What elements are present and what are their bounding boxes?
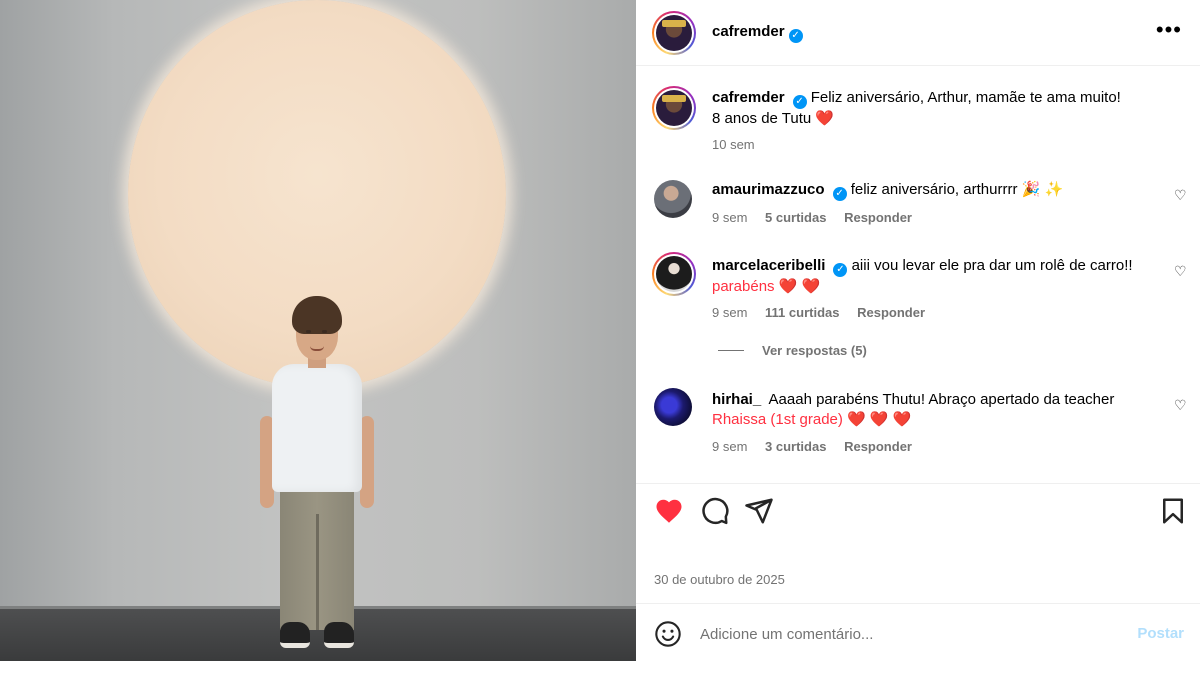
post-comment-button[interactable]: Postar	[1137, 625, 1184, 642]
heart-emoji: ❤️	[815, 110, 835, 127]
comment-input[interactable]	[700, 620, 1120, 648]
caption-text-line2: 8 anos de Tutu	[712, 110, 812, 127]
post-photo[interactable]	[0, 0, 636, 661]
emoji-icon[interactable]	[654, 620, 682, 648]
comment-time: 9 sem	[712, 305, 748, 320]
reply-button[interactable]: Responder	[844, 210, 912, 225]
comment-time: 9 sem	[712, 439, 748, 454]
post-date: 30 de outubro de 2025	[654, 572, 785, 587]
comment-username[interactable]: hirhai_	[712, 391, 761, 408]
comment-like-icon[interactable]: ♡	[1174, 264, 1188, 278]
comment-likes[interactable]: 3 curtidas	[765, 439, 826, 454]
comment-like-icon[interactable]: ♡	[1174, 188, 1188, 202]
commenter-avatar[interactable]	[654, 388, 692, 426]
comment-text: Aaaah parabéns Thutu! Abraço apertado da…	[768, 391, 1115, 408]
caption-avatar[interactable]	[652, 86, 696, 130]
verified-icon: ✓	[788, 29, 803, 43]
comment-meta: 9 sem 3 curtidas Responder	[712, 439, 926, 454]
verified-icon: ✓	[832, 187, 847, 201]
view-replies-button[interactable]: Ver respostas (5)	[718, 343, 867, 358]
commenter-avatar[interactable]	[652, 252, 696, 296]
post-header: cafremder ✓ •••	[636, 0, 1200, 66]
verified-icon: ✓	[792, 95, 807, 109]
commenter-avatar[interactable]	[654, 180, 692, 218]
caption-username[interactable]: cafremder	[712, 89, 785, 106]
comment-like-icon[interactable]: ♡	[1174, 398, 1188, 412]
action-bar	[636, 496, 1200, 530]
reply-button[interactable]: Responder	[857, 305, 925, 320]
comment-text: feliz aniversário, arthurrrr 🎉 ✨	[850, 181, 1064, 198]
comment-meta: 9 sem 5 curtidas Responder	[712, 210, 926, 225]
reply-button[interactable]: Responder	[844, 439, 912, 454]
pants	[280, 490, 354, 630]
comment-text-line2: parabéns ❤️ ❤️	[712, 278, 821, 295]
comment-text: aiii vou levar ele pra dar um rolê de ca…	[851, 257, 1133, 274]
left-shoe	[280, 622, 310, 648]
child-figure	[258, 296, 376, 660]
comment-icon[interactable]	[700, 496, 730, 526]
hair	[292, 296, 342, 334]
save-bookmark-icon[interactable]	[1158, 496, 1188, 526]
post-panel: cafremder ✓ ••• cafremder ✓ Feliz aniversá…	[636, 0, 1200, 675]
divider	[636, 483, 1200, 484]
comment-time: 9 sem	[712, 210, 748, 225]
comment-likes[interactable]: 111 curtidas	[765, 305, 839, 320]
like-heart-icon[interactable]	[654, 496, 684, 526]
author-username[interactable]: cafremder	[712, 23, 785, 40]
comment-meta: 9 sem 111 curtidas Responder	[712, 305, 939, 320]
more-options-icon[interactable]: •••	[1156, 19, 1182, 41]
right-arm	[360, 416, 374, 508]
caption-time: 10 sem	[712, 137, 755, 152]
comment-bar: Postar	[636, 604, 1200, 675]
verified-icon: ✓	[833, 263, 848, 277]
shirt	[272, 364, 362, 492]
comment-likes[interactable]: 5 curtidas	[765, 210, 826, 225]
comment-username[interactable]: marcelaceribelli	[712, 257, 825, 274]
author-avatar[interactable]	[652, 11, 696, 55]
comment-username[interactable]: amaurimazzuco	[712, 181, 825, 198]
comment-text-line2: Rhaissa (1st grade) ❤️ ❤️ ❤️	[712, 411, 912, 428]
caption-text: Feliz aniversário, Arthur, mamãe te ama …	[810, 89, 1121, 106]
right-shoe	[324, 622, 354, 648]
share-icon[interactable]	[744, 496, 774, 526]
